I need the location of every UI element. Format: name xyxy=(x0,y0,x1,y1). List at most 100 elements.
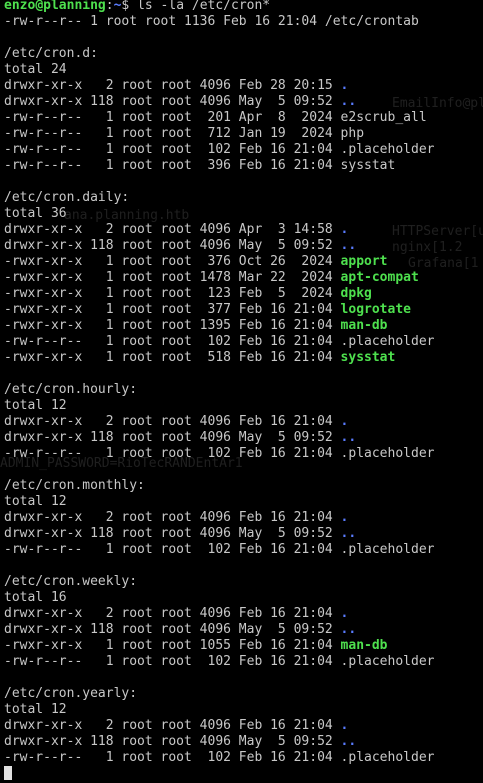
entry-meta: -rwxr-xr-x 1 root root 518 Feb 16 21:04 xyxy=(4,350,341,365)
listing-row: drwxr-xr-x 2 root root 4096 Feb 16 21:04… xyxy=(4,718,483,734)
listing-row: -rw-r--r-- 1 root root 396 Feb 16 21:04 … xyxy=(4,158,483,174)
listing-row: -rwxr-xr-x 1 root root 123 Feb 5 2024 dp… xyxy=(4,286,483,302)
listing-row: -rw-r--r-- 1 root root 102 Feb 16 21:04 … xyxy=(4,654,483,670)
prompt-colon: : xyxy=(105,0,114,13)
listing-row: -rw-r--r-- 1 root root 102 Feb 16 21:04 … xyxy=(4,334,483,350)
ghost-text-4: nginx[1.2 xyxy=(392,240,463,255)
listing-row: drwxr-xr-x 2 root root 4096 Feb 16 21:04… xyxy=(4,414,483,430)
ghost-text-3: HTTPServer[u xyxy=(392,224,483,239)
entry-meta: drwxr-xr-x 2 root root 4096 Feb 28 20:15 xyxy=(4,78,341,93)
entry-meta: -rwxr-xr-x 1 root root 1478 Mar 22 2024 xyxy=(4,270,341,285)
entry-name: .. xyxy=(340,526,357,541)
entry-name: sysstat xyxy=(340,158,396,173)
entry-name: .placeholder xyxy=(340,750,435,765)
entry-name: . xyxy=(340,606,349,621)
entry-meta: drwxr-xr-x 118 root root 4096 May 5 09:5… xyxy=(4,430,341,445)
entry-meta: drwxr-xr-x 2 root root 4096 Feb 16 21:04 xyxy=(4,510,341,525)
listing-row: drwxr-xr-x 2 root root 4096 Feb 16 21:04… xyxy=(4,510,483,526)
listing-row: drwxr-xr-x 118 root root 4096 May 5 09:5… xyxy=(4,430,483,446)
listing-row: -rwxr-xr-x 1 root root 1395 Feb 16 21:04… xyxy=(4,318,483,334)
section-header: /etc/cron.monthly: xyxy=(4,478,145,493)
entry-meta: -rwxr-xr-x 1 root root 1395 Feb 16 21:04 xyxy=(4,318,341,333)
section-header: /etc/cron.d: xyxy=(4,46,98,61)
entry-name: php xyxy=(340,126,365,141)
entry-meta: -rw-r--r-- 1 root root 102 Feb 16 21:04 xyxy=(4,750,341,765)
entry-meta: drwxr-xr-x 118 root root 4096 May 5 09:5… xyxy=(4,94,341,109)
entry-name: man-db xyxy=(340,318,388,333)
entry-meta: -rw-r--r-- 1 root root 712 Jan 19 2024 xyxy=(4,126,341,141)
entry-name: logrotate xyxy=(340,302,411,317)
crontab-line: -rw-r--r-- 1 root root 1136 Feb 16 21:04… xyxy=(4,14,419,29)
entry-name: .. xyxy=(340,622,357,637)
entry-meta: -rw-r--r-- 1 root root 102 Feb 16 21:04 xyxy=(4,654,341,669)
listing-row: drwxr-xr-x 118 root root 4096 May 5 09:5… xyxy=(4,526,483,542)
entry-name: .placeholder xyxy=(340,542,435,557)
entry-meta: -rwxr-xr-x 1 root root 1055 Feb 16 21:04 xyxy=(4,638,341,653)
section-header: /etc/cron.hourly: xyxy=(4,382,138,397)
entry-name: .placeholder xyxy=(340,334,435,349)
section-total: total 16 xyxy=(4,590,67,605)
entry-meta: -rw-r--r-- 1 root root 201 Apr 8 2024 xyxy=(4,110,341,125)
listing-row: -rwxr-xr-x 1 root root 1478 Mar 22 2024 … xyxy=(4,270,483,286)
listing-row: -rw-r--r-- 1 root root 201 Apr 8 2024 e2… xyxy=(4,110,483,126)
entry-meta: drwxr-xr-x 2 root root 4096 Feb 16 21:04 xyxy=(4,718,341,733)
listing-row: -rw-r--r-- 1 root root 712 Jan 19 2024 p… xyxy=(4,126,483,142)
entry-name: apt-compat xyxy=(340,270,419,285)
prompt-user: enzo xyxy=(4,0,36,13)
entry-meta: -rw-r--r-- 1 root root 102 Feb 16 21:04 xyxy=(4,334,341,349)
entry-name: .. xyxy=(340,238,357,253)
listing-row: -rw-r--r-- 1 root root 102 Feb 16 21:04 … xyxy=(4,142,483,158)
entry-name: .placeholder xyxy=(340,142,435,157)
entry-name: .. xyxy=(340,734,357,749)
listing-row: -rw-r--r-- 1 root root 102 Feb 16 21:04 … xyxy=(4,750,483,766)
input-line[interactable] xyxy=(4,766,483,782)
entry-name: e2scrub_all xyxy=(340,110,427,125)
entry-meta: drwxr-xr-x 118 root root 4096 May 5 09:5… xyxy=(4,734,341,749)
entry-meta: -rwxr-xr-x 1 root root 376 Oct 26 2024 xyxy=(4,254,341,269)
entry-name: . xyxy=(340,414,349,429)
prompt-at: @ xyxy=(35,0,44,13)
section-total: total 24 xyxy=(4,62,67,77)
entry-meta: drwxr-xr-x 118 root root 4096 May 5 09:5… xyxy=(4,526,341,541)
entry-meta: drwxr-xr-x 2 root root 4096 Apr 3 14:58 xyxy=(4,222,341,237)
section-total: total 12 xyxy=(4,494,67,509)
listing-row: drwxr-xr-x 2 root root 4096 Feb 28 20:15… xyxy=(4,78,483,94)
entry-meta: -rw-r--r-- 1 root root 396 Feb 16 21:04 xyxy=(4,158,341,173)
prompt-symbol: $ xyxy=(121,0,130,13)
entry-name: . xyxy=(340,222,349,237)
entry-name: . xyxy=(340,78,349,93)
listing-row: -rwxr-xr-x 1 root root 518 Feb 16 21:04 … xyxy=(4,350,483,366)
section-header: /etc/cron.yearly: xyxy=(4,686,138,701)
section-header: /etc/cron.daily: xyxy=(4,190,130,205)
prompt-host: planning xyxy=(43,0,106,13)
entry-meta: drwxr-xr-x 2 root root 4096 Feb 16 21:04 xyxy=(4,414,341,429)
entry-name: dpkg xyxy=(340,286,372,301)
listing-row: -rw-r--r-- 1 root root 102 Feb 16 21:04 … xyxy=(4,542,483,558)
entry-meta: drwxr-xr-x 118 root root 4096 May 5 09:5… xyxy=(4,238,341,253)
entry-name: . xyxy=(340,718,349,733)
terminal-window[interactable]: enzo@planning:~$ ls -la /etc/cron* -rw-r… xyxy=(4,0,483,782)
entry-meta: drwxr-xr-x 118 root root 4096 May 5 09:5… xyxy=(4,622,341,637)
ghost-text-1: EmailInfo@pl xyxy=(392,96,483,111)
entry-name: .placeholder xyxy=(340,446,435,461)
entry-name: .. xyxy=(340,430,357,445)
entry-meta: -rw-r--r-- 1 root root 102 Feb 16 21:04 xyxy=(4,142,341,157)
entry-name: .. xyxy=(340,94,357,109)
entry-name: sysstat xyxy=(340,350,396,365)
listing-row: drwxr-xr-x 2 root root 4096 Feb 16 21:04… xyxy=(4,606,483,622)
entry-name: .placeholder xyxy=(340,654,435,669)
ghost-text-5: Grafana[1 xyxy=(408,256,479,271)
terminal-cursor[interactable] xyxy=(4,766,12,780)
section-total: total 12 xyxy=(4,702,67,717)
listing-row: drwxr-xr-x 118 root root 4096 May 5 09:5… xyxy=(4,622,483,638)
listing-row: -rwxr-xr-x 1 root root 1055 Feb 16 21:04… xyxy=(4,638,483,654)
ghost-text-2: ana.planning.htb xyxy=(64,208,190,223)
entry-name: man-db xyxy=(340,638,388,653)
listing-row: -rwxr-xr-x 1 root root 377 Feb 16 21:04 … xyxy=(4,302,483,318)
entry-name: . xyxy=(340,510,349,525)
listing-output: /etc/cron.d: total 24 drwxr-xr-x 2 root ro… xyxy=(4,30,483,766)
listing-row: drwxr-xr-x 118 root root 4096 May 5 09:5… xyxy=(4,734,483,750)
